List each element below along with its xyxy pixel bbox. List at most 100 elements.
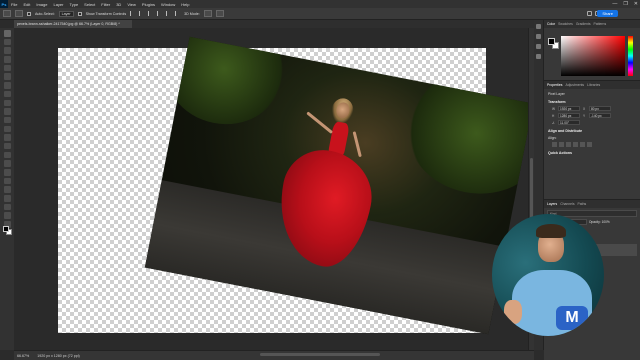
character-panel-icon[interactable] <box>536 44 541 49</box>
window-controls: — ❐ ✕ <box>612 1 638 7</box>
menu-plugins[interactable]: Plugins <box>139 2 158 7</box>
align-bottom-edges-icon[interactable] <box>587 142 592 147</box>
menu-layer[interactable]: Layer <box>50 2 66 7</box>
rectangle-tool[interactable] <box>3 195 11 202</box>
x-field[interactable]: 80 px <box>589 106 611 111</box>
lasso-tool[interactable] <box>3 56 11 63</box>
color-panel <box>544 28 640 80</box>
canvas-area[interactable] <box>14 28 534 350</box>
align-buttons <box>544 142 640 147</box>
y-field[interactable]: -140 px <box>589 113 611 118</box>
align-right-edges-icon[interactable] <box>566 142 571 147</box>
eyedropper-tool[interactable] <box>3 90 11 98</box>
share-button[interactable]: Share <box>597 10 618 17</box>
foreground-color-swatch[interactable] <box>3 226 9 232</box>
quick-select-tool[interactable] <box>3 64 11 72</box>
menu-select[interactable]: Select <box>81 2 98 7</box>
search-icon[interactable] <box>587 11 592 16</box>
menu-type[interactable]: Type <box>67 2 82 7</box>
path-select-tool[interactable] <box>3 186 11 193</box>
minimize-icon[interactable]: — <box>612 1 617 7</box>
tab-color[interactable]: Color <box>547 22 555 26</box>
align-center-icon[interactable] <box>139 11 144 16</box>
menu-window[interactable]: Window <box>158 2 178 7</box>
panel-foreground-swatch[interactable] <box>548 38 555 45</box>
tab-gradients[interactable]: Gradients <box>576 22 591 26</box>
auto-select-dropdown[interactable]: Layer <box>58 10 74 17</box>
hue-slider[interactable] <box>628 36 633 76</box>
document-tab[interactable]: pexels-brann-sshaiker-2417540.jpg @ 66.7… <box>14 20 132 28</box>
move-tool[interactable] <box>3 30 11 37</box>
align-section-title[interactable]: Align and Distribute <box>544 129 640 133</box>
close-icon[interactable]: ✕ <box>634 1 638 7</box>
artboard-tool[interactable] <box>3 38 11 46</box>
align-left-icon[interactable] <box>130 11 135 16</box>
menu-file[interactable]: File <box>8 2 20 7</box>
angle-field[interactable]: 11.00° <box>558 120 580 125</box>
frame-tool[interactable] <box>3 82 11 89</box>
presenter-hand <box>504 300 522 324</box>
gradient-tool[interactable] <box>3 142 11 150</box>
tab-libraries[interactable]: Libraries <box>587 83 600 87</box>
home-icon[interactable] <box>3 10 11 17</box>
tab-channels[interactable]: Channels <box>560 202 574 206</box>
transform-controls-checkbox[interactable] <box>77 11 82 16</box>
horizontal-scrollbar[interactable] <box>260 353 380 356</box>
pen-tool[interactable] <box>3 169 11 176</box>
zoom-level[interactable]: 66.67% <box>17 354 29 358</box>
auto-select-label: Auto-Select: <box>35 11 55 16</box>
tab-paths[interactable]: Paths <box>578 202 587 206</box>
color-picker-field[interactable] <box>561 36 625 76</box>
y-label: Y <box>583 113 586 118</box>
height-field[interactable]: 1280 px <box>558 113 580 118</box>
align-right-icon[interactable] <box>148 11 153 16</box>
history-brush-tool[interactable] <box>3 125 11 133</box>
tab-layers[interactable]: Layers <box>547 202 557 206</box>
tab-properties[interactable]: Properties <box>547 83 562 87</box>
marquee-tool[interactable] <box>3 47 11 54</box>
x-label: X <box>583 106 586 111</box>
align-top-edges-icon[interactable] <box>573 142 578 147</box>
scroll-thumb[interactable] <box>530 158 533 218</box>
align-middle-icon[interactable] <box>166 11 171 16</box>
paragraph-panel-icon[interactable] <box>536 54 541 59</box>
tab-patterns[interactable]: Patterns <box>594 22 607 26</box>
tab-swatches[interactable]: Swatches <box>558 22 573 26</box>
align-top-icon[interactable] <box>157 11 162 16</box>
crop-tool[interactable] <box>3 73 11 80</box>
menu-help[interactable]: Help <box>178 2 192 7</box>
width-field[interactable]: 1920 px <box>558 106 580 111</box>
align-bottom-icon[interactable] <box>175 11 180 16</box>
opacity-field[interactable]: Opacity: 100% <box>589 220 610 224</box>
align-left-edges-icon[interactable] <box>552 142 557 147</box>
blur-tool[interactable] <box>3 151 11 159</box>
type-tool[interactable] <box>3 177 11 185</box>
tab-adjustments[interactable]: Adjustments <box>565 83 584 87</box>
dodge-tool[interactable] <box>3 160 11 167</box>
zoom-tool[interactable] <box>3 212 11 219</box>
transform-section-title[interactable]: Transform <box>544 100 640 104</box>
menu-view[interactable]: View <box>124 2 139 7</box>
info-panel-icon[interactable] <box>536 34 541 39</box>
clone-stamp-tool[interactable] <box>3 116 11 124</box>
eraser-tool[interactable] <box>3 134 11 141</box>
auto-select-checkbox[interactable] <box>27 11 31 16</box>
3d-rotate-icon[interactable] <box>203 10 212 17</box>
3d-pan-icon[interactable] <box>215 10 224 17</box>
hand-tool[interactable] <box>3 203 11 211</box>
3d-mode-label: 3D Mode: <box>184 11 200 16</box>
quick-actions-title[interactable]: Quick Actions <box>544 151 640 155</box>
history-panel-icon[interactable] <box>536 24 541 29</box>
align-horizontal-centers-icon[interactable] <box>559 142 564 147</box>
properties-panel: Properties Adjustments Libraries Pixel L… <box>544 80 640 190</box>
menu-filter[interactable]: Filter <box>98 2 113 7</box>
move-tool-icon[interactable] <box>15 10 23 17</box>
align-vertical-centers-icon[interactable] <box>580 142 585 147</box>
menu-edit[interactable]: Edit <box>20 2 33 7</box>
menu-image[interactable]: Image <box>33 2 50 7</box>
healing-brush-tool[interactable] <box>3 99 11 106</box>
menu-3d[interactable]: 3D <box>113 2 124 7</box>
maximize-icon[interactable]: ❐ <box>623 1 627 7</box>
woman-arm-right <box>352 131 362 158</box>
brush-tool[interactable] <box>3 108 11 115</box>
